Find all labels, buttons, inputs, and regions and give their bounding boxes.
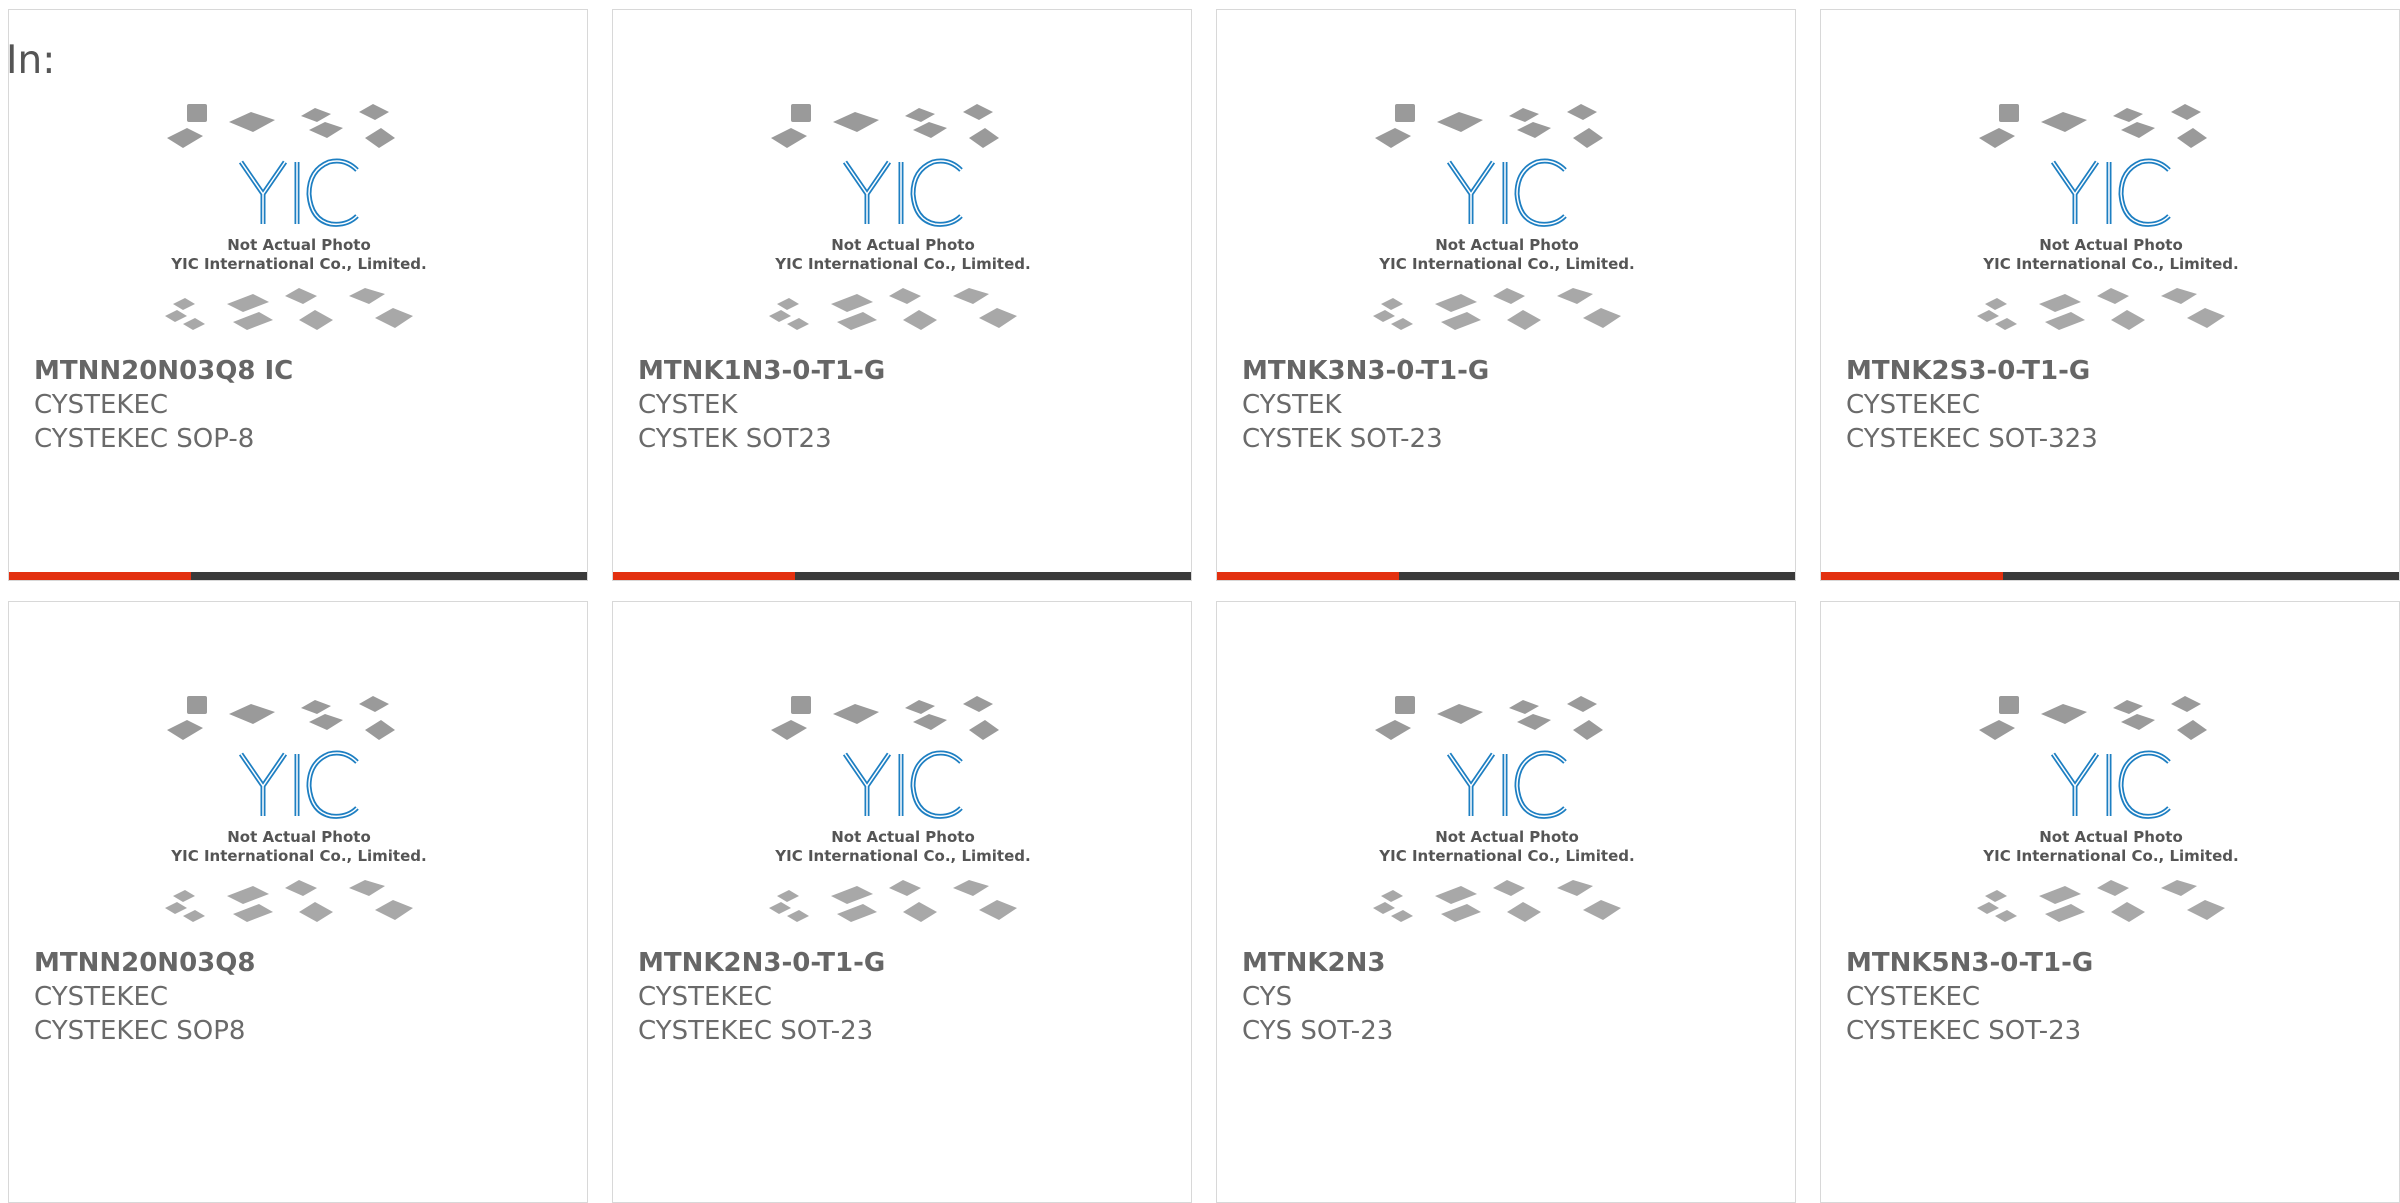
photo-caption-1: Not Actual Photo [2039,236,2183,254]
brand-name: CYSTEKEC [34,982,169,1012]
placeholder-photo: Not Actual Photo YIC International Co., … [1971,690,2251,938]
brand-name: CYSTEK [1242,390,1342,420]
brand-name: CYSTEKEC [1846,982,1981,1012]
chip-icons-bottom [1977,880,2225,922]
card-accent-bar [613,572,795,580]
chip-icons-top [1375,696,1603,740]
chip-icons-top [771,696,999,740]
product-card[interactable]: Not Actual Photo YIC International Co., … [1216,9,1796,581]
package-info: CYSTEKEC SOT-23 [638,1016,874,1046]
card-bottom-bar [613,572,1191,580]
product-card[interactable]: Not Actual Photo YIC International Co., … [8,9,588,581]
photo-caption-2: YIC International Co., Limited. [1982,255,2238,273]
yic-logo-icon [842,158,963,227]
package-info: CYSTEKEC SOT-23 [1846,1016,2082,1046]
part-number[interactable]: MTNK2N3-0-T1-G [638,946,1181,980]
card-bottom-bar [1821,572,2399,580]
brand-name: CYS [1242,982,1293,1012]
yic-logo-icon [1446,750,1567,819]
chip-icons-top [167,696,395,740]
photo-caption-2: YIC International Co., Limited. [774,255,1030,273]
product-card[interactable]: Not Actual Photo YIC International Co., … [1216,601,1796,1203]
placeholder-photo: Not Actual Photo YIC International Co., … [763,98,1043,346]
brand-name: CYSTEKEC [1846,390,1981,420]
placeholder-photo: Not Actual Photo YIC International Co., … [1971,98,2251,346]
card-accent-bar [1217,572,1399,580]
photo-caption-2: YIC International Co., Limited. [1378,255,1634,273]
chip-icons-top [1979,696,2207,740]
in-label: In: [6,38,56,83]
package-info: CYSTEKEC SOP8 [34,1016,246,1046]
product-card[interactable]: Not Actual Photo YIC International Co., … [8,601,588,1203]
part-number[interactable]: MTNN20N03Q8 [34,946,577,980]
part-number[interactable]: MTNK5N3-0-T1-G [1846,946,2389,980]
package-info: CYSTEKEC SOT-323 [1846,424,2098,454]
chip-icons-top [1979,104,2207,148]
photo-caption-1: Not Actual Photo [2039,828,2183,846]
chip-icons-top [167,104,395,148]
brand-name: CYSTEKEC [34,390,169,420]
card-accent-bar [1821,572,2003,580]
photo-caption-1: Not Actual Photo [831,828,975,846]
product-card[interactable]: Not Actual Photo YIC International Co., … [1820,9,2400,581]
brand-name: CYSTEKEC [638,982,773,1012]
product-card[interactable]: Not Actual Photo YIC International Co., … [1820,601,2400,1203]
chip-icons-bottom [165,288,413,330]
yic-logo-icon [842,750,963,819]
photo-caption-2: YIC International Co., Limited. [170,847,426,865]
photo-caption-1: Not Actual Photo [227,828,371,846]
photo-caption-2: YIC International Co., Limited. [774,847,1030,865]
brand-name: CYSTEK [638,390,738,420]
package-info: CYSTEK SOT23 [638,424,832,454]
product-card[interactable]: Not Actual Photo YIC International Co., … [612,601,1192,1203]
placeholder-photo: Not Actual Photo YIC International Co., … [159,690,439,938]
chip-icons-bottom [1373,288,1621,330]
placeholder-photo: Not Actual Photo YIC International Co., … [1367,98,1647,346]
part-number[interactable]: MTNK2N3 [1242,946,1785,980]
card-bottom-bar [9,572,587,580]
yic-logo-icon [238,158,359,227]
part-number[interactable]: MTNK3N3-0-T1-G [1242,354,1785,388]
package-info: CYSTEKEC SOP-8 [34,424,255,454]
placeholder-photo: Not Actual Photo YIC International Co., … [159,98,439,346]
placeholder-photo: Not Actual Photo YIC International Co., … [763,690,1043,938]
card-accent-bar [9,572,191,580]
photo-caption-1: Not Actual Photo [831,236,975,254]
photo-caption-1: Not Actual Photo [1435,236,1579,254]
package-info: CYSTEK SOT-23 [1242,424,1443,454]
chip-icons-bottom [1977,288,2225,330]
part-number[interactable]: MTNN20N03Q8 IC [34,354,577,388]
chip-icons-bottom [1373,880,1621,922]
photo-caption-2: YIC International Co., Limited. [170,255,426,273]
yic-logo-icon [2050,750,2171,819]
card-bottom-bar [1217,572,1795,580]
photo-caption-2: YIC International Co., Limited. [1378,847,1634,865]
product-grid: Not Actual Photo YIC International Co., … [8,9,2400,1203]
photo-caption-1: Not Actual Photo [1435,828,1579,846]
photo-caption-1: Not Actual Photo [227,236,371,254]
part-number[interactable]: MTNK1N3-0-T1-G [638,354,1181,388]
chip-icons-top [1375,104,1603,148]
chip-icons-top [771,104,999,148]
placeholder-photo: Not Actual Photo YIC International Co., … [1367,690,1647,938]
yic-logo-icon [238,750,359,819]
chip-icons-bottom [769,288,1017,330]
chip-icons-bottom [165,880,413,922]
part-number[interactable]: MTNK2S3-0-T1-G [1846,354,2389,388]
product-card[interactable]: Not Actual Photo YIC International Co., … [612,9,1192,581]
photo-caption-2: YIC International Co., Limited. [1982,847,2238,865]
chip-icons-bottom [769,880,1017,922]
yic-logo-icon [2050,158,2171,227]
yic-logo-icon [1446,158,1567,227]
package-info: CYS SOT-23 [1242,1016,1394,1046]
